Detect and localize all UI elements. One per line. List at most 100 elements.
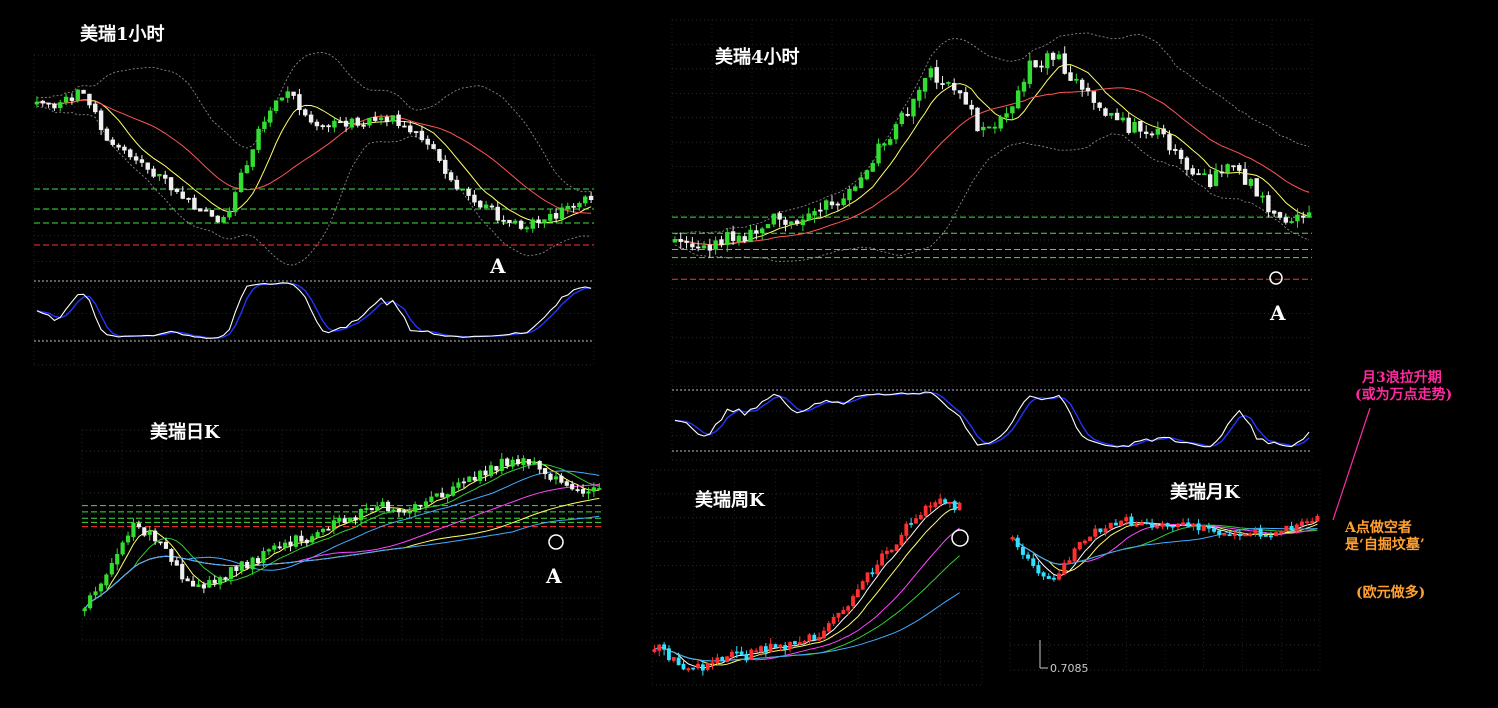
candle-bear	[829, 201, 835, 206]
candle-bull	[710, 662, 715, 665]
candle-bull	[876, 143, 881, 164]
candle-bull	[725, 232, 730, 246]
candle-bear	[707, 244, 713, 251]
candle-bear	[1015, 537, 1020, 548]
candle-bear	[792, 641, 797, 645]
candle-bull	[250, 149, 255, 167]
candle-bear	[501, 219, 506, 222]
candle-bear	[1212, 528, 1217, 532]
candle-bear	[1190, 168, 1195, 175]
candle-bear	[1258, 528, 1263, 537]
candle-bull	[923, 505, 928, 516]
candle-bear	[951, 82, 957, 91]
candle-bear	[1301, 215, 1306, 218]
candle-bear	[1062, 53, 1067, 74]
ma-line	[654, 527, 960, 662]
candle-bull	[239, 561, 244, 571]
candle-bear	[1129, 516, 1134, 527]
candle-bull	[1202, 173, 1207, 176]
candle-bear	[1289, 525, 1294, 531]
candle-bull	[429, 496, 434, 503]
candle-bear	[518, 220, 524, 229]
candle-bull	[696, 663, 700, 669]
candle-bear	[185, 578, 190, 582]
ma-line	[654, 592, 960, 662]
candle-bear	[461, 481, 466, 484]
candle-bear	[543, 468, 548, 475]
candle-bull	[1175, 524, 1180, 528]
candle-bull	[1201, 525, 1206, 531]
candle-bear	[1150, 522, 1155, 528]
candle-bull	[233, 192, 238, 213]
candle-bull	[1155, 128, 1161, 135]
candle-bear	[443, 159, 448, 174]
candle-bull	[456, 482, 461, 488]
annotation-euro-long: (欧元做多)	[1356, 584, 1425, 601]
candle-bear	[472, 476, 477, 481]
candle-bull	[115, 554, 120, 565]
candle-bull	[207, 580, 212, 588]
candle-bull	[1305, 521, 1310, 524]
candle-bull	[1021, 81, 1027, 92]
candle-bull	[1213, 170, 1219, 187]
panel-title-weekly: 美瑞周K	[695, 489, 766, 511]
marker-circle-weekly	[951, 529, 969, 547]
panel-title-4h: 美瑞4小时	[715, 46, 800, 68]
candle-bull	[413, 504, 418, 512]
candle-bear	[1242, 168, 1248, 185]
candle-bear	[1237, 533, 1242, 537]
candle-bear	[110, 139, 115, 145]
candle-bear	[934, 67, 939, 83]
candle-bull	[917, 89, 922, 101]
candle-bear	[940, 83, 945, 85]
candle-bull	[380, 501, 385, 507]
candle-bear	[1103, 108, 1108, 116]
candle-bear	[342, 518, 347, 524]
candle-bull	[800, 219, 806, 226]
candle-bull	[63, 96, 69, 103]
candle-bull	[788, 642, 792, 650]
candle-bull	[1056, 54, 1062, 60]
candle-bull	[1279, 530, 1284, 534]
candle-bull	[445, 494, 450, 498]
candle-bull	[1057, 573, 1062, 580]
candle-bear	[158, 541, 163, 544]
candle-bull	[1027, 60, 1033, 84]
candle-bear	[1085, 87, 1091, 92]
candle-bear	[526, 459, 531, 465]
candle-bull	[797, 642, 802, 645]
candle-bear	[1206, 525, 1211, 529]
candle-bear	[454, 179, 460, 190]
candle-bear	[676, 657, 681, 666]
candle-bear	[1033, 60, 1038, 68]
candle-bear	[1254, 178, 1259, 197]
candle-bull	[120, 542, 125, 555]
candle-bull	[922, 77, 928, 92]
candle-bull	[947, 501, 952, 504]
candle-bull	[928, 505, 933, 508]
candle-bull	[701, 245, 707, 249]
candle-bull	[754, 650, 759, 653]
candle-bear	[402, 125, 407, 128]
candle-bear	[1161, 128, 1166, 135]
candle-bull	[434, 493, 439, 497]
candle-bear	[201, 584, 206, 589]
candle-bear	[662, 644, 667, 650]
candle-bear	[413, 131, 419, 133]
candle-bull	[565, 205, 570, 210]
candle-bull	[93, 591, 98, 596]
candle-bull	[749, 649, 754, 660]
candle-bull	[817, 637, 822, 641]
candle-bull	[98, 583, 104, 592]
candle-bull	[875, 564, 880, 575]
candle-bull	[1222, 533, 1227, 536]
candle-bull	[1067, 560, 1072, 564]
candle-bull	[904, 523, 909, 536]
candle-bear	[203, 209, 209, 212]
candle-bear	[448, 172, 454, 181]
candle-bull	[1160, 523, 1165, 527]
candle-bear	[1196, 523, 1201, 531]
candle-bull	[880, 553, 884, 566]
candle-bear	[369, 507, 374, 511]
candle-bear	[87, 93, 92, 106]
